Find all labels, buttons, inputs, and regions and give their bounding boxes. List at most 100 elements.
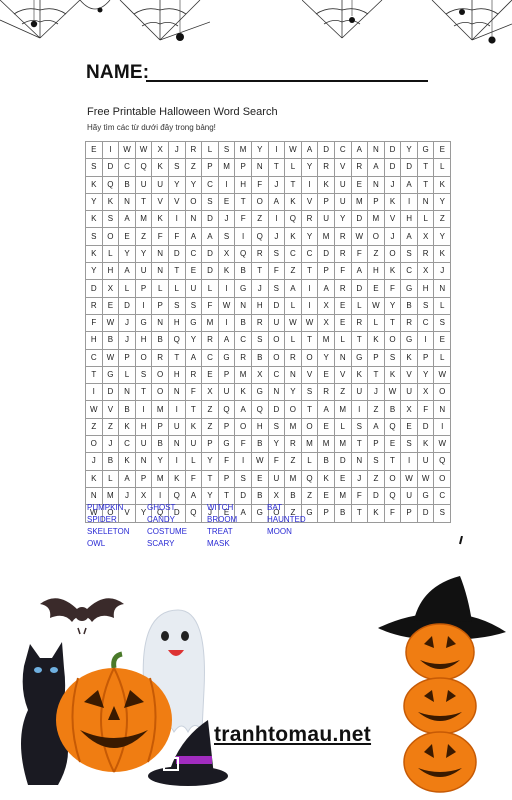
grid-cell[interactable]: A [350, 262, 369, 281]
grid-cell[interactable]: C [267, 365, 286, 385]
grid-cell[interactable]: T [184, 400, 203, 419]
grid-cell[interactable]: S [367, 452, 385, 471]
grid-cell[interactable]: P [416, 348, 435, 367]
grid-cell[interactable]: H [250, 296, 269, 315]
grid-cell[interactable]: E [250, 469, 269, 488]
grid-cell[interactable]: S [267, 417, 286, 437]
grid-cell[interactable]: B [250, 348, 269, 367]
grid-cell[interactable]: Y [416, 365, 435, 385]
grid-cell[interactable]: O [267, 331, 286, 350]
grid-cell[interactable]: U [317, 210, 335, 229]
grid-cell[interactable]: P [217, 417, 236, 437]
grid-cell[interactable]: V [167, 192, 186, 212]
grid-cell[interactable]: T [250, 262, 269, 281]
grid-cell[interactable]: P [317, 192, 335, 212]
grid-cell[interactable]: E [333, 296, 352, 315]
grid-cell[interactable]: W [433, 365, 452, 385]
grid-cell[interactable]: O [85, 435, 103, 454]
grid-cell[interactable]: Y [300, 158, 319, 177]
grid-cell[interactable]: M [333, 435, 352, 454]
grid-cell[interactable]: Q [101, 175, 120, 194]
grid-cell[interactable]: F [217, 452, 236, 471]
grid-cell[interactable]: V [300, 192, 319, 212]
grid-cell[interactable]: L [284, 296, 302, 315]
grid-cell[interactable]: X [151, 140, 169, 160]
grid-cell[interactable]: F [184, 469, 203, 488]
grid-cell[interactable]: I [267, 210, 286, 229]
grid-cell[interactable]: K [85, 244, 103, 264]
grid-cell[interactable]: Y [184, 175, 203, 194]
grid-cell[interactable]: B [118, 400, 136, 419]
grid-cell[interactable]: E [333, 313, 352, 333]
grid-cell[interactable]: P [367, 435, 385, 454]
grid-cell[interactable]: S [201, 192, 219, 212]
grid-cell[interactable]: Q [383, 486, 402, 506]
grid-cell[interactable]: B [118, 175, 136, 194]
grid-cell[interactable]: W [367, 296, 385, 315]
grid-cell[interactable]: B [400, 296, 418, 315]
grid-cell[interactable]: W [433, 435, 452, 454]
grid-cell[interactable]: W [85, 400, 103, 419]
grid-cell[interactable]: J [383, 227, 402, 246]
grid-cell[interactable]: U [333, 175, 352, 194]
grid-cell[interactable]: G [134, 313, 153, 333]
grid-cell[interactable]: L [118, 365, 136, 385]
grid-cell[interactable]: T [167, 348, 186, 367]
grid-cell[interactable]: M [367, 210, 385, 229]
grid-cell[interactable]: M [234, 365, 252, 385]
grid-cell[interactable]: J [118, 313, 136, 333]
grid-cell[interactable]: J [250, 279, 269, 298]
grid-cell[interactable]: L [433, 296, 452, 315]
grid-cell[interactable]: I [134, 296, 153, 315]
grid-cell[interactable]: O [151, 365, 169, 385]
grid-cell[interactable]: Y [333, 210, 352, 229]
grid-cell[interactable]: I [400, 192, 418, 212]
grid-cell[interactable]: S [184, 296, 203, 315]
grid-cell[interactable]: T [300, 400, 319, 419]
grid-cell[interactable]: K [101, 192, 120, 212]
grid-cell[interactable]: K [317, 469, 335, 488]
grid-cell[interactable]: C [201, 175, 219, 194]
grid-cell[interactable]: O [383, 331, 402, 350]
grid-cell[interactable]: K [284, 192, 302, 212]
grid-cell[interactable]: D [350, 279, 369, 298]
grid-cell[interactable]: L [284, 331, 302, 350]
grid-cell[interactable]: Y [151, 452, 169, 471]
grid-cell[interactable]: U [267, 469, 286, 488]
grid-cell[interactable]: M [234, 140, 252, 160]
grid-cell[interactable]: C [184, 244, 203, 264]
grid-cell[interactable]: B [317, 452, 335, 471]
grid-cell[interactable]: J [267, 175, 286, 194]
grid-cell[interactable]: E [333, 469, 352, 488]
grid-cell[interactable]: Z [367, 400, 385, 419]
grid-cell[interactable]: I [400, 452, 418, 471]
grid-cell[interactable]: T [350, 331, 369, 350]
grid-cell[interactable]: S [85, 227, 103, 246]
grid-cell[interactable]: P [400, 504, 418, 523]
grid-cell[interactable]: K [350, 365, 369, 385]
grid-cell[interactable]: J [350, 469, 369, 488]
grid-cell[interactable]: T [134, 383, 153, 402]
grid-cell[interactable]: V [101, 400, 120, 419]
grid-cell[interactable]: N [333, 348, 352, 367]
grid-cell[interactable]: O [250, 192, 269, 212]
grid-cell[interactable]: H [134, 331, 153, 350]
grid-cell[interactable]: U [151, 175, 169, 194]
grid-cell[interactable]: G [184, 313, 203, 333]
grid-cell[interactable]: Q [250, 400, 269, 419]
grid-cell[interactable]: U [217, 383, 236, 402]
grid-cell[interactable]: S [85, 158, 103, 177]
grid-cell[interactable]: I [217, 313, 236, 333]
grid-cell[interactable]: N [151, 244, 169, 264]
grid-cell[interactable]: G [416, 140, 435, 160]
grid-cell[interactable]: G [350, 348, 369, 367]
grid-cell[interactable]: N [416, 192, 435, 212]
grid-cell[interactable]: I [167, 452, 186, 471]
grid-cell[interactable]: Y [300, 227, 319, 246]
grid-cell[interactable]: K [433, 244, 452, 264]
grid-cell[interactable]: R [400, 313, 418, 333]
grid-cell[interactable]: L [433, 158, 452, 177]
grid-cell[interactable]: M [151, 400, 169, 419]
grid-cell[interactable]: V [151, 192, 169, 212]
grid-cell[interactable]: S [234, 469, 252, 488]
